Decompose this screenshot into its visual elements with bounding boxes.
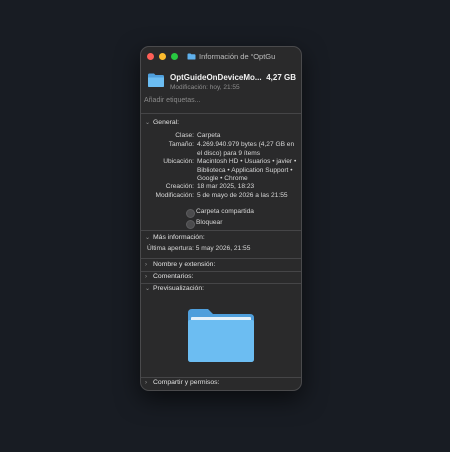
minimize-button[interactable] bbox=[159, 53, 166, 60]
section-general-heading: General: bbox=[153, 119, 180, 126]
kind-label: Clase: bbox=[175, 132, 194, 139]
info-window: Información de “OptGu OptGuideOnDeviceMo… bbox=[140, 46, 302, 391]
section-name-ext-toggle[interactable]: › Nombre y extensión: bbox=[145, 261, 215, 268]
chevron-down-icon: ⌄ bbox=[145, 120, 151, 126]
chevron-down-icon: ⌄ bbox=[145, 286, 151, 292]
divider bbox=[141, 230, 301, 231]
item-name: OptGuideOnDeviceMo... bbox=[170, 73, 262, 82]
divider bbox=[141, 271, 301, 272]
window-title: Información de “OptGu bbox=[199, 52, 276, 61]
section-more-info-toggle[interactable]: ⌄ Más información: bbox=[145, 234, 205, 241]
shared-folder-label: Carpeta compartida bbox=[196, 208, 254, 215]
shared-folder-checkbox[interactable] bbox=[186, 209, 195, 218]
title-bar[interactable]: Información de “OptGu bbox=[141, 47, 301, 67]
divider bbox=[141, 258, 301, 259]
section-general-toggle[interactable]: ⌄ General: bbox=[145, 119, 179, 126]
section-comments-heading: Comentarios: bbox=[153, 273, 194, 280]
section-comments-toggle[interactable]: › Comentarios: bbox=[145, 273, 193, 280]
item-modified: Modificación: hoy, 21:55 bbox=[170, 84, 240, 91]
zoom-button[interactable] bbox=[171, 53, 178, 60]
modified-value: 5 de mayo de 2026 a las 21:55 bbox=[197, 192, 288, 199]
close-button[interactable] bbox=[147, 53, 154, 60]
folder-icon bbox=[148, 73, 164, 87]
created-value: 18 mar 2025, 18:23 bbox=[197, 183, 255, 190]
locked-label: Bloquear bbox=[196, 219, 223, 226]
chevron-right-icon: › bbox=[145, 262, 147, 268]
section-preview-heading: Previsualización: bbox=[153, 285, 204, 292]
divider bbox=[141, 377, 301, 378]
location-label: Ubicación: bbox=[163, 158, 194, 165]
size-value: 4.269.940.979 bytes (4,27 GB en el disco… bbox=[197, 141, 295, 157]
divider bbox=[141, 283, 301, 284]
section-name-ext-heading: Nombre y extensión: bbox=[153, 261, 216, 268]
chevron-down-icon: ⌄ bbox=[145, 235, 151, 241]
tags-input[interactable]: Añadir etiquetas... bbox=[144, 97, 200, 104]
section-sharing-toggle[interactable]: › Compartir y permisos: bbox=[145, 379, 219, 386]
folder-icon bbox=[187, 53, 196, 60]
modified-label: Modificación: bbox=[155, 192, 194, 199]
section-preview-toggle[interactable]: ⌄ Previsualización: bbox=[145, 285, 204, 292]
size-label: Tamaño: bbox=[168, 141, 194, 148]
kind-value: Carpeta bbox=[197, 132, 221, 139]
section-more-info-heading: Más información: bbox=[153, 234, 205, 241]
locked-checkbox[interactable] bbox=[186, 220, 195, 229]
section-sharing-heading: Compartir y permisos: bbox=[153, 379, 220, 386]
chevron-right-icon: › bbox=[145, 380, 147, 386]
chevron-right-icon: › bbox=[145, 274, 147, 280]
divider bbox=[141, 113, 301, 114]
folder-preview-image bbox=[188, 309, 254, 362]
created-label: Creación: bbox=[165, 183, 194, 190]
location-value: Macintosh HD • Usuarios • javier • Bibli… bbox=[197, 158, 297, 182]
item-size: 4,27 GB bbox=[266, 73, 296, 82]
last-opened: Última apertura: 5 may 2026, 21:55 bbox=[147, 245, 251, 252]
